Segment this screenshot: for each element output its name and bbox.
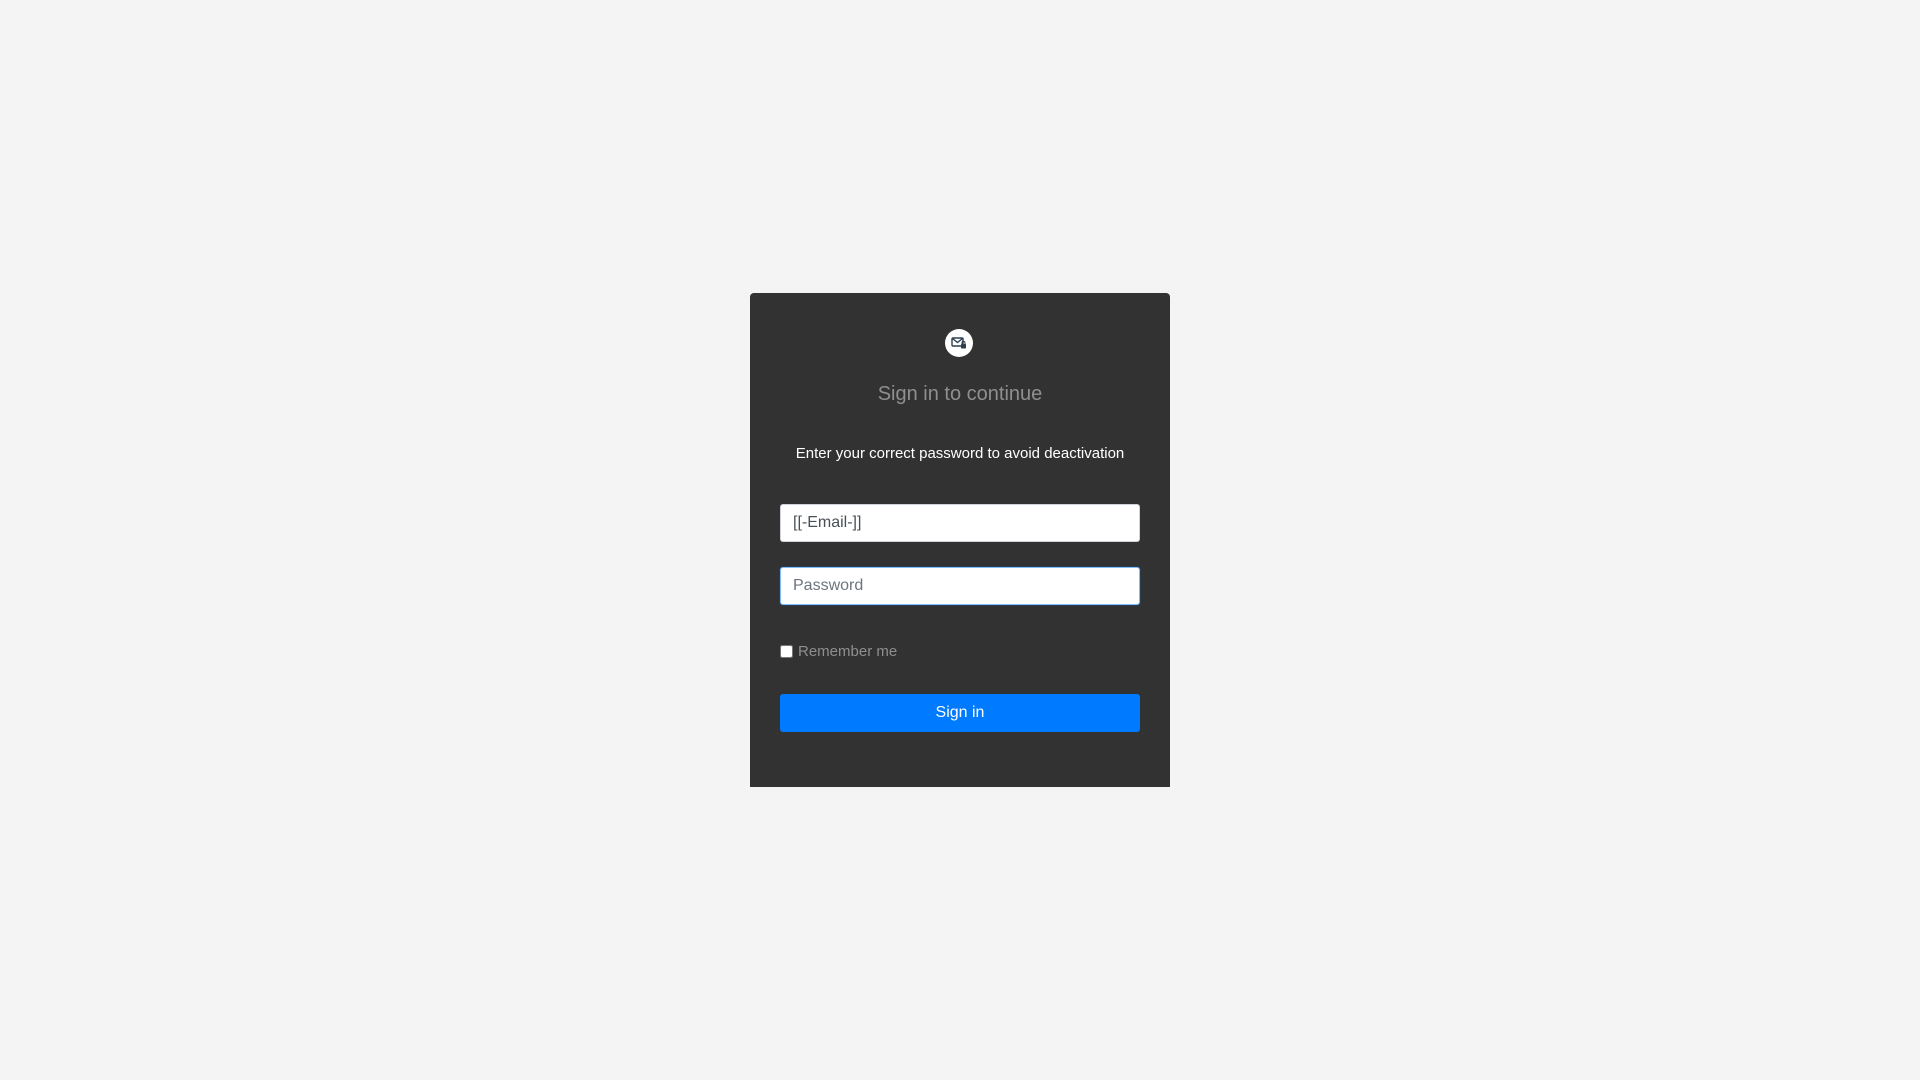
mail-lock-icon: [945, 329, 973, 357]
remember-me-checkbox[interactable]: [780, 645, 793, 658]
remember-me-label: Remember me: [798, 643, 898, 660]
password-field[interactable]: [780, 567, 1140, 605]
subtitle-text: Enter your correct password to avoid dea…: [795, 445, 1125, 462]
remember-me[interactable]: Remember me: [780, 643, 897, 660]
email-field[interactable]: [780, 504, 1140, 542]
page-title: Sign in to continue: [877, 383, 1043, 405]
signin-button[interactable]: Sign in: [780, 694, 1140, 732]
signin-card: Sign in to continue Enter your correct p…: [750, 293, 1170, 787]
